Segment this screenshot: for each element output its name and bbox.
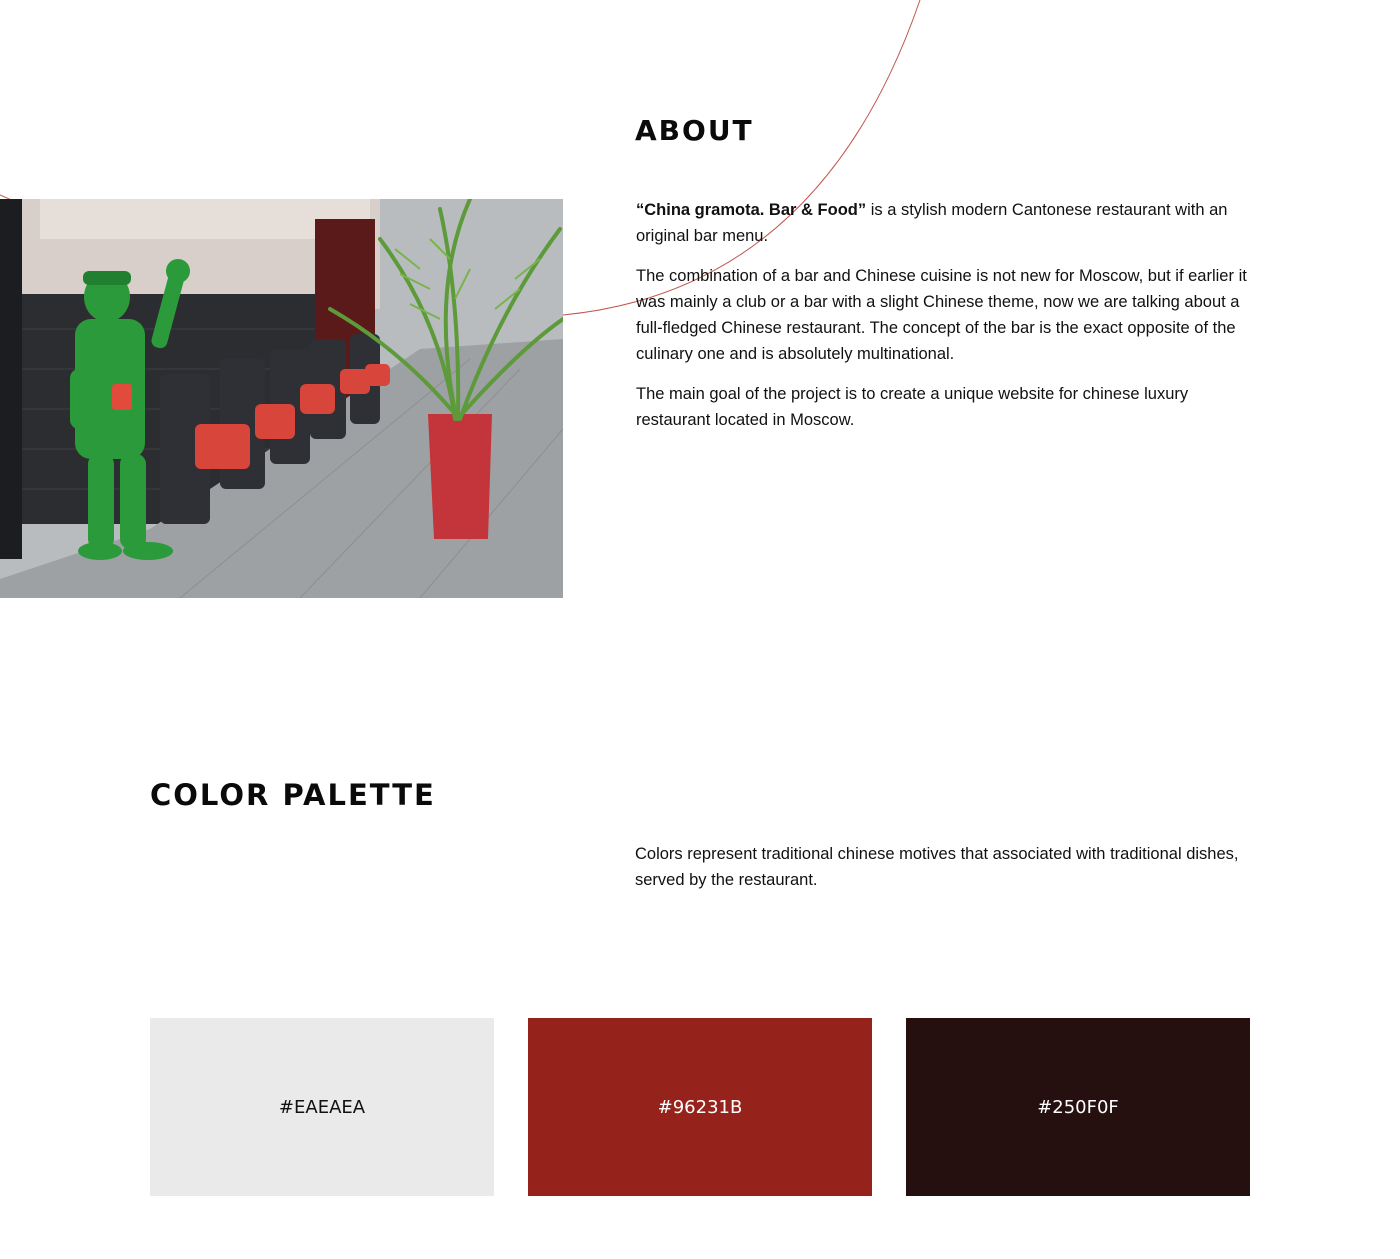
swatch-label: #250F0F xyxy=(1037,1096,1119,1118)
swatch-label: #EAEAEA xyxy=(278,1096,366,1118)
about-heading: About xyxy=(635,114,754,147)
restaurant-terrace-photo xyxy=(0,199,563,598)
page: About xyxy=(0,0,1400,1259)
color-swatches: #EAEAEA #96231B #250F0F xyxy=(150,1018,1250,1196)
palette-description-text: Colors represent traditional chinese mot… xyxy=(635,845,1239,889)
swatch-dark-brown: #250F0F xyxy=(906,1018,1250,1196)
swatch-light-gray: #EAEAEA xyxy=(150,1018,494,1196)
color-palette-heading: Color palette xyxy=(150,778,436,812)
palette-description: Colors represent traditional chinese mot… xyxy=(635,841,1255,907)
swatch-label: #96231B xyxy=(657,1096,743,1118)
about-paragraph-2: The combination of a bar and Chinese cui… xyxy=(636,267,1247,363)
about-paragraph-3: The main goal of the project is to creat… xyxy=(636,385,1189,429)
swatch-red: #96231B xyxy=(528,1018,872,1196)
about-paragraph-1: “China gramota. Bar & Food” is a stylish… xyxy=(636,197,1256,249)
restaurant-name: “China gramota. Bar & Food” xyxy=(636,201,867,219)
about-text: “China gramota. Bar & Food” is a stylish… xyxy=(636,197,1256,447)
